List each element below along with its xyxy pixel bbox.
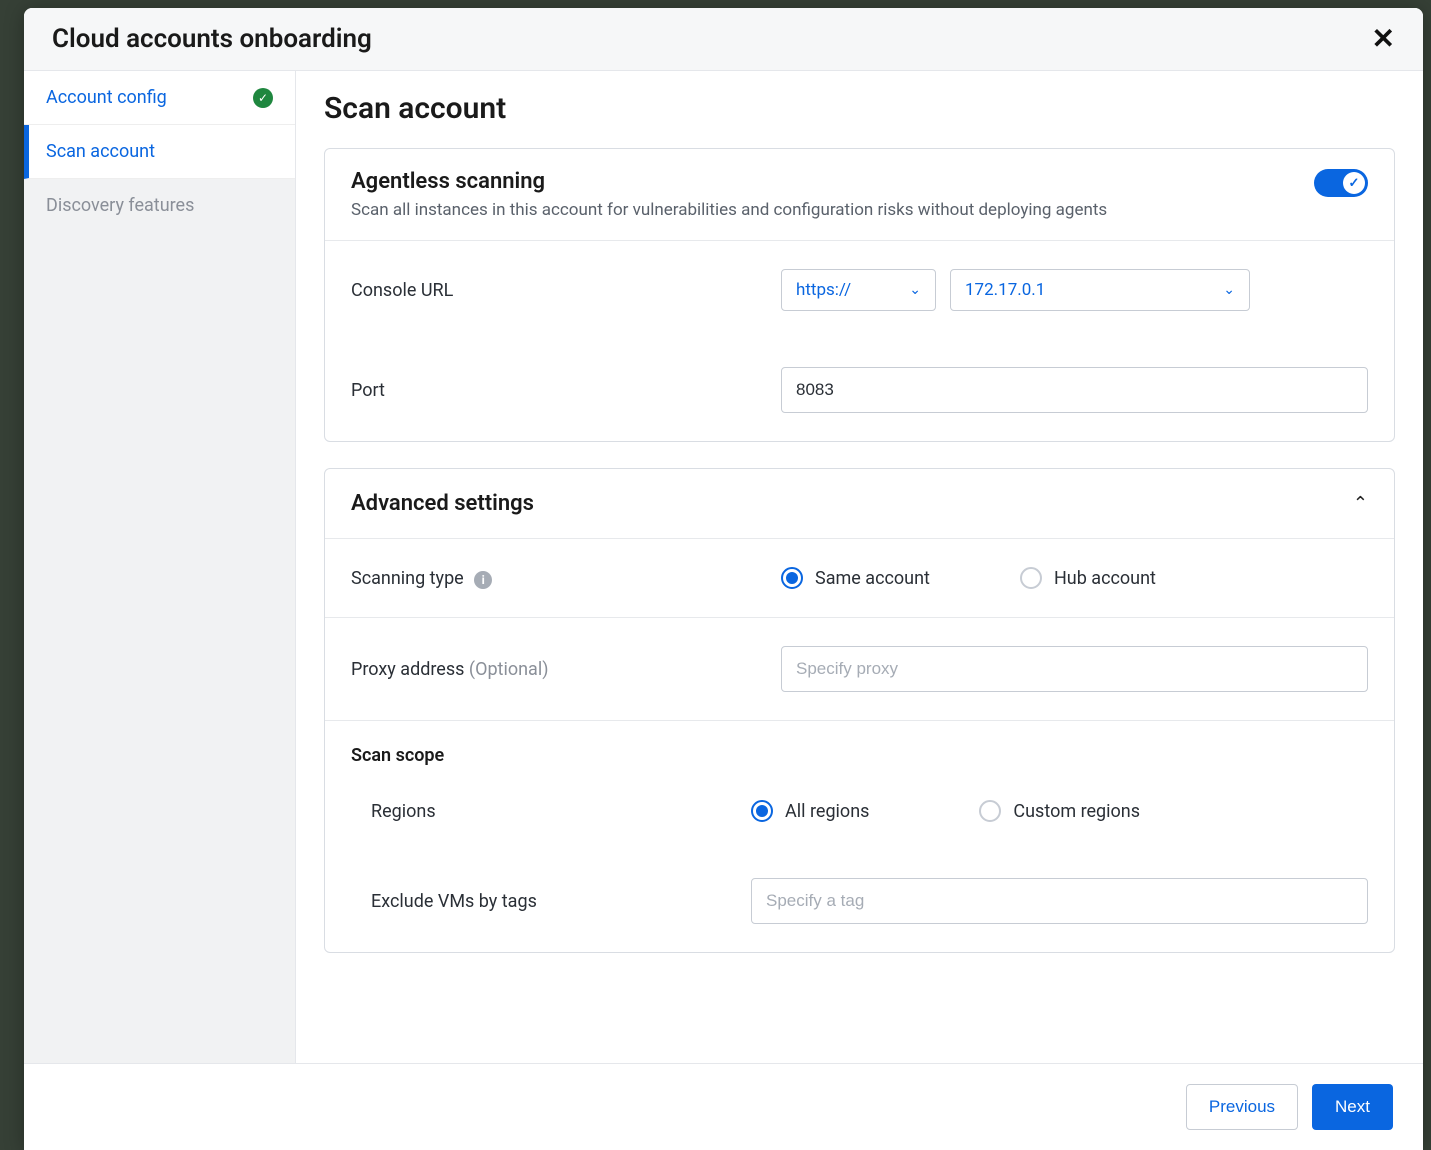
console-url-row: Console URL https:// ⌄ 172.17.0.1 ⌄ bbox=[325, 241, 1394, 339]
radio-custom-regions[interactable]: Custom regions bbox=[979, 800, 1140, 822]
agentless-body: Console URL https:// ⌄ 172.17.0.1 ⌄ bbox=[325, 241, 1394, 441]
main-panel: Scan account Agentless scanning Scan all… bbox=[296, 71, 1423, 1063]
toggle-check-icon: ✓ bbox=[1349, 176, 1360, 191]
sidebar-item-label: Discovery features bbox=[46, 195, 194, 216]
agentless-description: Scan all instances in this account for v… bbox=[351, 200, 1294, 220]
radio-hub-account[interactable]: Hub account bbox=[1020, 567, 1156, 589]
radio-label: Same account bbox=[815, 568, 930, 589]
radio-label: All regions bbox=[785, 801, 869, 822]
scan-scope-title: Scan scope bbox=[325, 721, 1394, 772]
modal-header: Cloud accounts onboarding ✕ bbox=[24, 8, 1423, 71]
close-button[interactable]: ✕ bbox=[1372, 25, 1395, 53]
scanning-type-radio-group: Same account Hub account bbox=[781, 567, 1156, 589]
regions-controls: All regions Custom regions bbox=[781, 800, 1368, 822]
radio-icon bbox=[751, 800, 773, 822]
agentless-card-header: Agentless scanning Scan all instances in… bbox=[325, 149, 1394, 241]
host-value: 172.17.0.1 bbox=[965, 280, 1045, 300]
optional-tag: (Optional) bbox=[469, 659, 549, 680]
info-icon[interactable]: i bbox=[474, 571, 492, 589]
scanning-type-label-text: Scanning type bbox=[351, 568, 464, 589]
console-url-controls: https:// ⌄ 172.17.0.1 ⌄ bbox=[781, 269, 1368, 311]
onboarding-modal: Cloud accounts onboarding ✕ Account conf… bbox=[24, 8, 1423, 1150]
regions-radio-group: All regions Custom regions bbox=[751, 800, 1140, 822]
radio-all-regions[interactable]: All regions bbox=[751, 800, 869, 822]
proxy-input[interactable] bbox=[781, 646, 1368, 692]
exclude-tags-controls bbox=[751, 878, 1368, 924]
sidebar-item-scan-account[interactable]: Scan account bbox=[24, 125, 295, 179]
scan-scope-section: Scan scope Regions All regions bbox=[325, 720, 1394, 952]
radio-label: Custom regions bbox=[1013, 801, 1140, 822]
protocol-value: https:// bbox=[796, 280, 851, 300]
advanced-header[interactable]: Advanced settings ⌃ bbox=[325, 469, 1394, 539]
host-select[interactable]: 172.17.0.1 ⌄ bbox=[950, 269, 1250, 311]
agentless-title: Agentless scanning bbox=[351, 169, 1294, 194]
protocol-select[interactable]: https:// ⌄ bbox=[781, 269, 936, 311]
radio-label: Hub account bbox=[1054, 568, 1156, 589]
wizard-sidebar: Account config ✓ Scan account Discovery … bbox=[24, 71, 296, 1063]
agentless-toggle[interactable]: ✓ bbox=[1314, 169, 1368, 197]
modal-footer: Previous Next bbox=[24, 1063, 1423, 1150]
sidebar-item-label: Scan account bbox=[46, 141, 155, 162]
radio-icon bbox=[781, 567, 803, 589]
check-circle-icon: ✓ bbox=[253, 88, 273, 108]
sidebar-item-discovery-features: Discovery features bbox=[24, 179, 295, 232]
port-row: Port bbox=[325, 339, 1394, 441]
sidebar-item-label: Account config bbox=[46, 87, 167, 108]
modal-title: Cloud accounts onboarding bbox=[52, 24, 372, 54]
close-icon: ✕ bbox=[1372, 23, 1395, 54]
radio-icon bbox=[1020, 567, 1042, 589]
radio-icon bbox=[979, 800, 1001, 822]
console-url-label: Console URL bbox=[351, 280, 781, 301]
chevron-down-icon: ⌄ bbox=[1223, 282, 1235, 298]
port-label: Port bbox=[351, 380, 781, 401]
proxy-row: Proxy address (Optional) bbox=[325, 617, 1394, 720]
regions-row: Regions All regions Custom regions bbox=[325, 772, 1394, 850]
radio-same-account[interactable]: Same account bbox=[781, 567, 930, 589]
proxy-label: Proxy address (Optional) bbox=[351, 659, 781, 680]
sidebar-item-account-config[interactable]: Account config ✓ bbox=[24, 71, 295, 125]
agentless-titles: Agentless scanning Scan all instances in… bbox=[351, 169, 1314, 220]
port-input[interactable] bbox=[781, 367, 1368, 413]
toggle-knob: ✓ bbox=[1343, 172, 1365, 194]
exclude-tags-input[interactable] bbox=[751, 878, 1368, 924]
proxy-controls bbox=[781, 646, 1368, 692]
advanced-title: Advanced settings bbox=[351, 491, 534, 516]
chevron-up-icon: ⌃ bbox=[1353, 493, 1368, 514]
regions-label: Regions bbox=[351, 801, 781, 822]
advanced-card: Advanced settings ⌃ Scanning type i Same… bbox=[324, 468, 1395, 953]
exclude-tags-label: Exclude VMs by tags bbox=[351, 891, 781, 912]
exclude-tags-row: Exclude VMs by tags bbox=[325, 850, 1394, 952]
scanning-type-label: Scanning type i bbox=[351, 568, 781, 589]
modal-body: Account config ✓ Scan account Discovery … bbox=[24, 71, 1423, 1063]
scanning-type-row: Scanning type i Same account Hub account bbox=[325, 539, 1394, 617]
port-controls bbox=[781, 367, 1368, 413]
agentless-card: Agentless scanning Scan all instances in… bbox=[324, 148, 1395, 442]
proxy-label-text: Proxy address bbox=[351, 659, 464, 680]
page-heading: Scan account bbox=[324, 91, 1395, 126]
next-button[interactable]: Next bbox=[1312, 1084, 1393, 1130]
chevron-down-icon: ⌄ bbox=[909, 282, 921, 298]
scanning-type-controls: Same account Hub account bbox=[781, 567, 1368, 589]
previous-button[interactable]: Previous bbox=[1186, 1084, 1298, 1130]
